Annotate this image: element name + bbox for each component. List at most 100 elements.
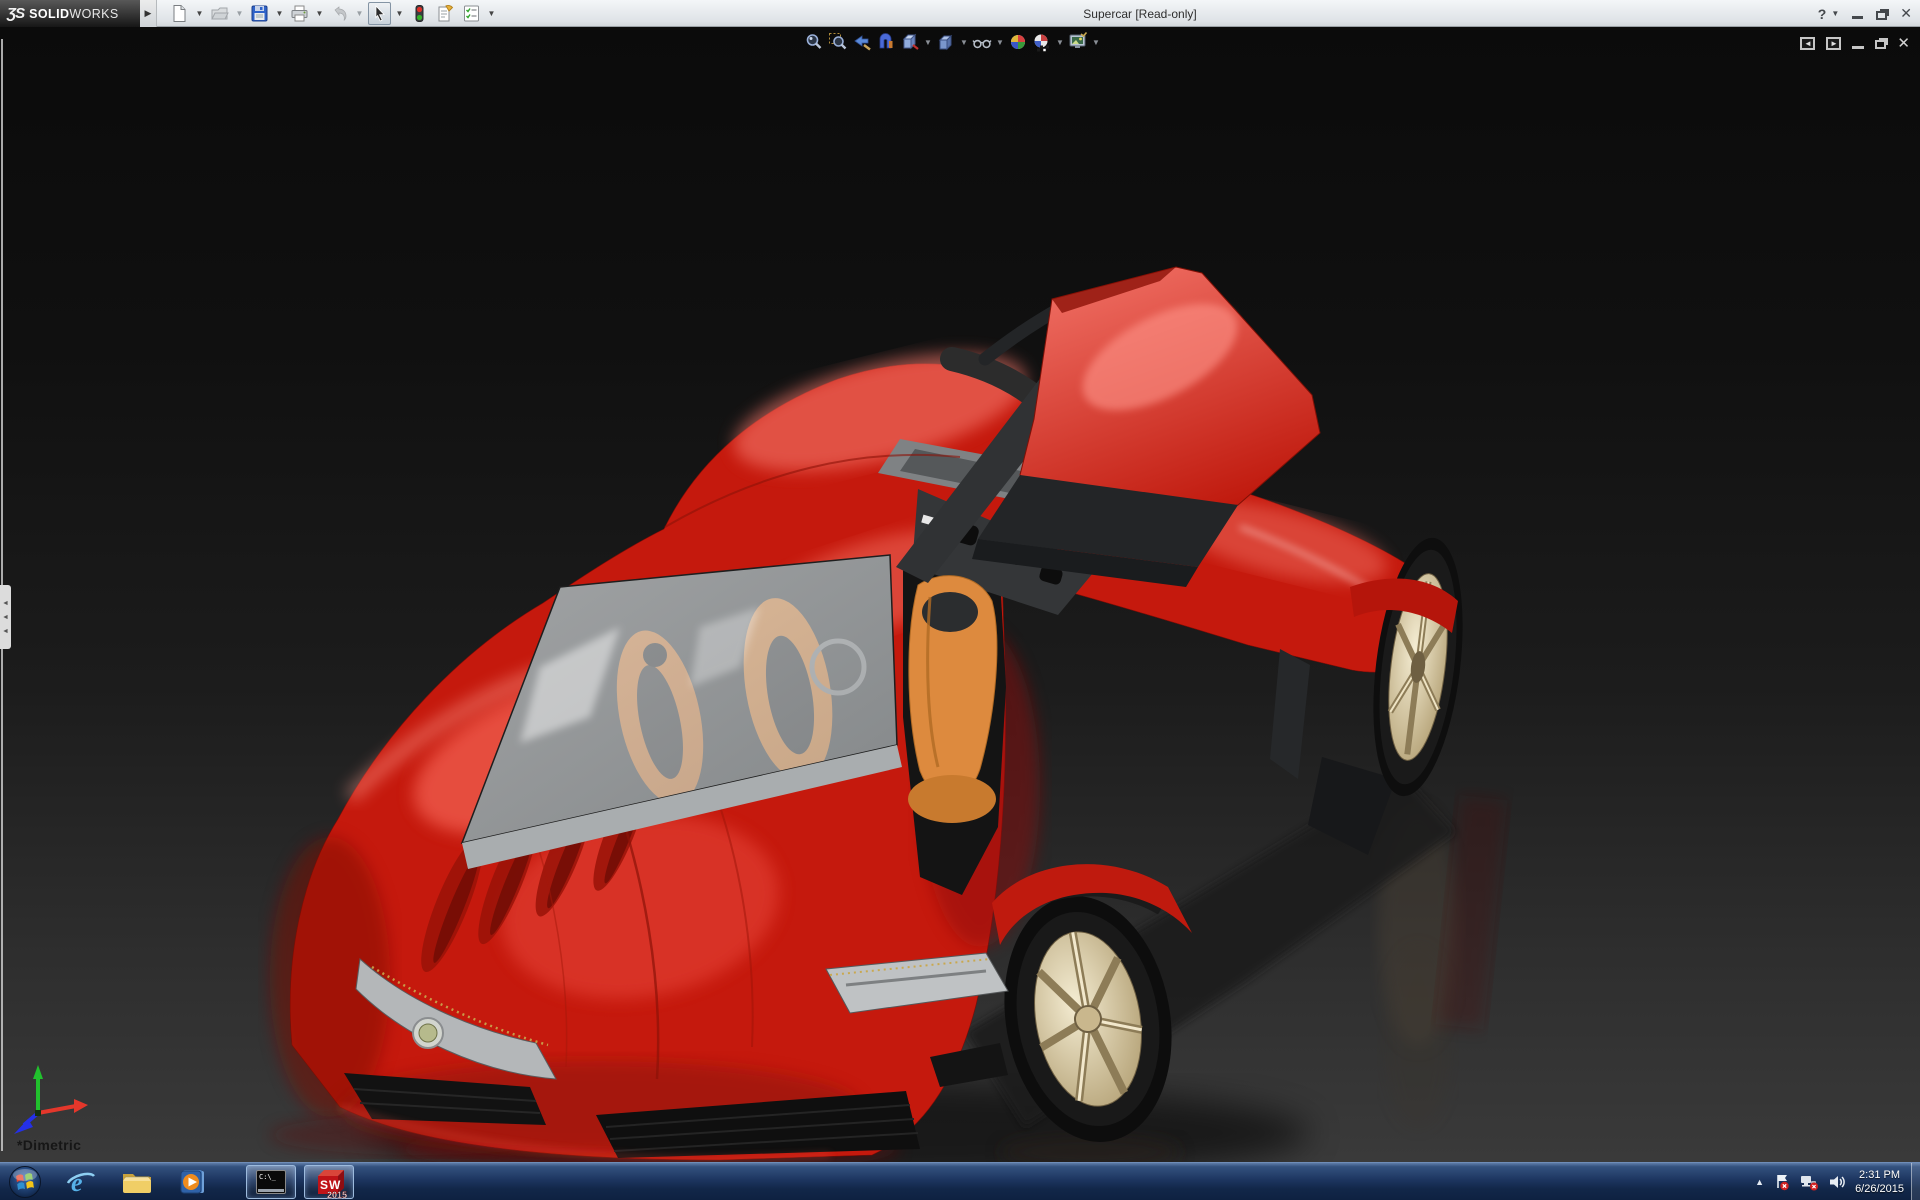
solidworks-2015-taskbar-button[interactable]: S W 2015 (304, 1165, 354, 1199)
new-document-dropdown[interactable]: ▼ (194, 2, 205, 25)
pane-left-button[interactable]: ◄ (1800, 36, 1816, 50)
menu-flyout-button[interactable]: ▶ (140, 0, 157, 27)
view-orientation-icon (902, 33, 919, 50)
save-icon (251, 5, 268, 22)
zoom-to-area-icon (829, 33, 847, 50)
volume-icon[interactable] (1828, 1173, 1846, 1191)
print-icon (291, 5, 308, 22)
view-settings-button[interactable] (1067, 31, 1089, 53)
pane-expand-arrow-icon: ◄ (2, 613, 9, 621)
print-dropdown[interactable]: ▼ (314, 2, 325, 25)
file-properties-button[interactable] (434, 2, 457, 25)
system-tray: ▲ 2:31 PM 6/26/2015 (1755, 1163, 1904, 1200)
solidworks-logo[interactable]: ƷS SOLID WORKS (0, 0, 140, 27)
start-orb-icon (9, 1166, 41, 1198)
open-button[interactable] (208, 2, 231, 25)
window-controls: ? ▼ ✕ (1818, 0, 1912, 27)
feature-manager-collapsed-tab[interactable]: ◄ ◄ ◄ (0, 585, 11, 649)
help-button[interactable]: ? (1818, 6, 1827, 22)
save-button[interactable] (248, 2, 271, 25)
taskbar-icons: e (66, 1163, 208, 1200)
brand-text-works: WORKS (69, 6, 119, 21)
solidworks-2015-icon: S W 2015 (318, 1170, 347, 1199)
hide-show-items-dropdown[interactable]: ▼ (995, 38, 1005, 47)
action-center-flag-icon[interactable] (1773, 1173, 1791, 1191)
open-dropdown[interactable]: ▼ (234, 2, 245, 25)
undo-button[interactable] (328, 2, 351, 25)
view-orientation-dropdown[interactable]: ▼ (923, 38, 933, 47)
new-document-icon (173, 5, 186, 22)
print-button[interactable] (288, 2, 311, 25)
command-prompt-taskbar-button[interactable]: C:\_ (246, 1165, 296, 1199)
window-title: Supercar [Read-only] (1083, 6, 1197, 21)
command-prompt-icon: C:\_ (256, 1170, 286, 1194)
undo-dropdown[interactable]: ▼ (354, 2, 365, 25)
apply-scene-button[interactable] (1031, 31, 1053, 53)
side-vent (1270, 649, 1310, 779)
open-folder-icon (211, 7, 229, 20)
car-render (270, 266, 1508, 1162)
restore-button[interactable] (1876, 10, 1888, 20)
supercar-3d-model[interactable] (0, 27, 1920, 1162)
previous-view-button[interactable] (851, 31, 873, 53)
apply-scene-dropdown[interactable]: ▼ (1055, 38, 1065, 47)
display-style-icon (938, 34, 953, 51)
document-minimize-button[interactable] (1852, 45, 1865, 49)
svg-text:e: e (71, 1168, 83, 1197)
command-prompt-label: C:\_ (259, 1173, 276, 1181)
hide-show-items-icon (972, 39, 992, 49)
quick-access-toolbar: ▼ ▼ ▼ ▼ ▼ ▼ ▼ (168, 0, 497, 27)
view-orientation-button[interactable] (899, 31, 921, 53)
pane-right-button[interactable]: ► (1826, 36, 1842, 50)
windows-explorer-icon[interactable] (121, 1167, 153, 1197)
triad-x-axis (74, 1099, 88, 1113)
edit-appearance-button[interactable] (1007, 31, 1029, 53)
save-dropdown[interactable]: ▼ (274, 2, 285, 25)
undo-icon (334, 6, 347, 21)
hide-show-items-button[interactable] (971, 31, 993, 53)
triad-y-axis (33, 1065, 43, 1079)
close-button[interactable]: ✕ (1900, 5, 1912, 22)
zoom-to-fit-button[interactable] (803, 31, 825, 53)
view-settings-dropdown[interactable]: ▼ (1091, 38, 1101, 47)
view-orientation-label: *Dimetric (17, 1137, 82, 1153)
taskbar-clock[interactable]: 2:31 PM 6/26/2015 (1855, 1168, 1904, 1196)
display-style-button[interactable] (935, 31, 957, 53)
document-restore-button[interactable] (1875, 40, 1887, 49)
section-view-button[interactable] (875, 31, 897, 53)
apply-scene-icon (1034, 34, 1049, 52)
internet-explorer-icon[interactable]: e (66, 1167, 96, 1197)
zoom-to-fit-icon (806, 34, 822, 49)
options-button[interactable] (460, 2, 483, 25)
start-button[interactable] (8, 1165, 42, 1199)
zoom-to-area-button[interactable] (827, 31, 849, 53)
solidworks-logo-icon: ƷS (7, 5, 25, 22)
solidworks-window: ƷS SOLID WORKS ▶ ▼ ▼ ▼ ▼ ▼ ▼ ▼ Supercar … (0, 0, 1920, 1200)
edit-appearance-icon (1011, 35, 1025, 49)
rebuild-traffic-light-icon (415, 5, 424, 22)
options-dropdown[interactable]: ▼ (486, 2, 497, 25)
select-cursor-icon (375, 5, 385, 22)
new-document-button[interactable] (168, 2, 191, 25)
select-dropdown[interactable]: ▼ (394, 2, 405, 25)
display-style-dropdown[interactable]: ▼ (959, 38, 969, 47)
document-window-controls: ◄ ► ✕ (1800, 34, 1910, 52)
orientation-triad[interactable] (14, 1065, 88, 1134)
options-checklist-icon (464, 5, 479, 22)
minimize-button[interactable] (1852, 16, 1864, 19)
show-desktop-button[interactable] (1911, 1163, 1920, 1200)
clock-date: 6/26/2015 (1855, 1183, 1904, 1195)
document-close-button[interactable]: ✕ (1897, 34, 1910, 52)
show-hidden-icons-button[interactable]: ▲ (1755, 1177, 1764, 1187)
previous-view-icon (854, 35, 871, 51)
clock-time: 2:31 PM (1859, 1169, 1901, 1181)
network-disconnected-icon[interactable] (1800, 1173, 1819, 1191)
select-button[interactable] (368, 2, 391, 25)
graphics-viewport[interactable]: ▼ ▼ ▼ ▼ ▼ ◄ ► ✕ ◄ ◄ ◄ *Dimetric (0, 27, 1920, 1162)
media-player-icon[interactable] (178, 1167, 208, 1197)
rebuild-button[interactable] (408, 2, 431, 25)
pane-expand-arrow-icon: ◄ (2, 599, 9, 607)
section-view-icon (879, 33, 893, 49)
help-dropdown[interactable]: ▼ (1831, 9, 1839, 18)
svg-text:2015: 2015 (327, 1190, 347, 1199)
